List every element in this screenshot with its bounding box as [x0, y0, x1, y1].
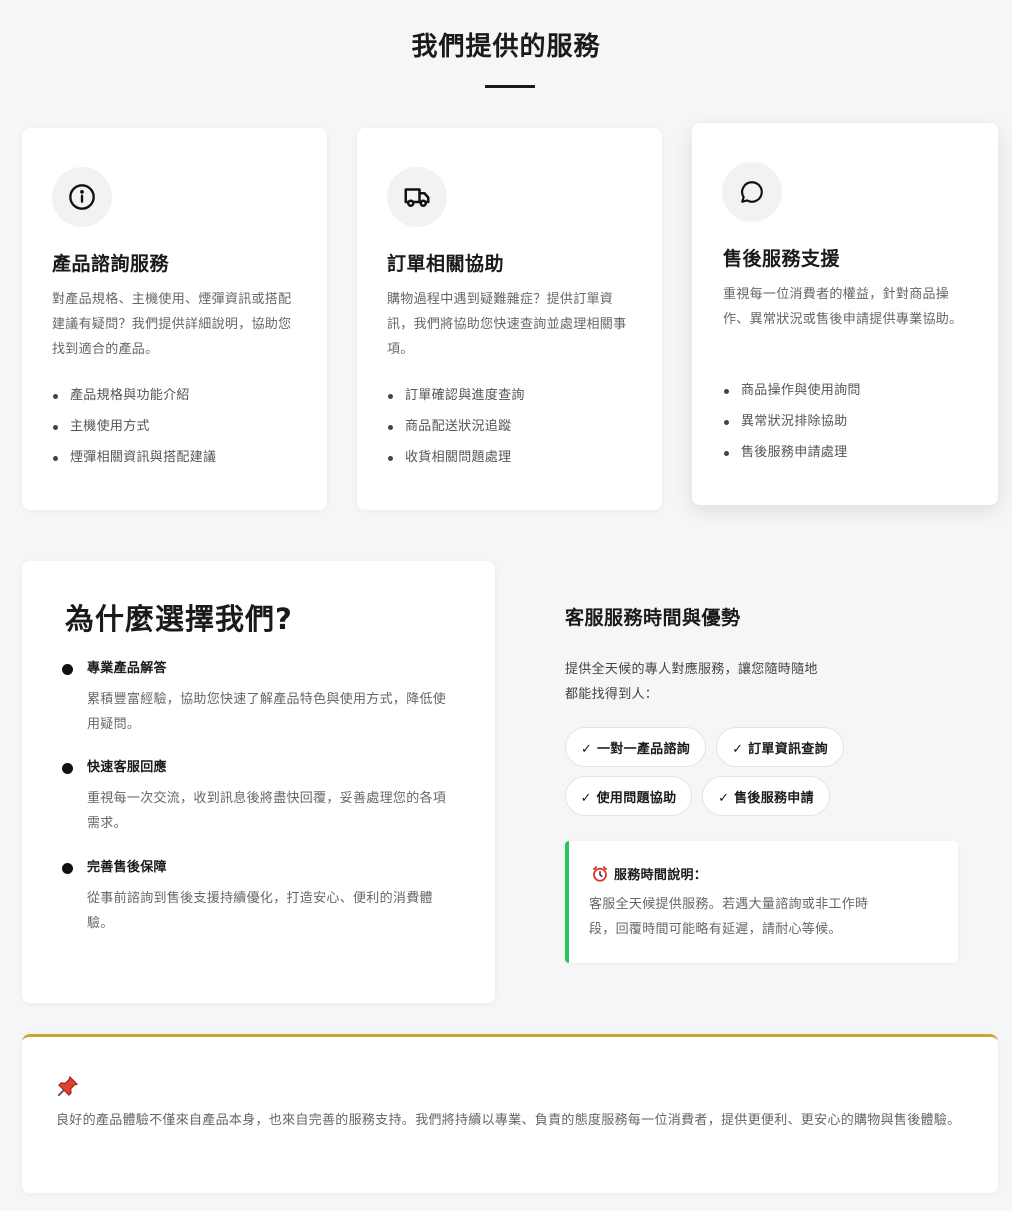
service-hours-box: 服務時間說明： 客服全天候提供服務。若遇大量諮詢或非工作時段，回覆時間可能略有延…	[565, 841, 958, 963]
support-description-line: 提供全天候的專人對應服務，讓您隨時隨地	[565, 662, 818, 677]
list-item: 產品規格與功能介紹	[52, 387, 216, 418]
pushpin-icon	[57, 1075, 79, 1097]
service-hours-heading: 服務時間說明：	[614, 868, 708, 883]
bullet-icon	[62, 863, 73, 874]
info-icon	[52, 167, 112, 227]
tag-usage-help: ✓ 使用問題協助	[565, 776, 692, 816]
tag-after-sales: ✓ 售後服務申請	[702, 776, 830, 816]
why-item-heading: 快速客服回應	[87, 760, 167, 775]
page-title: 我們提供的服務	[411, 32, 601, 62]
list-item: 商品操作與使用詢問	[723, 382, 861, 413]
service-hours-heading-row: 服務時間說明：	[591, 864, 707, 883]
chat-bubble-icon	[722, 162, 782, 222]
support-description-line: 都能找得到人：	[565, 687, 659, 702]
why-item-body: 累積豐富經驗，協助您快速了解產品特色與使用方式，降低使用疑問。	[87, 692, 447, 732]
bullet-icon	[62, 763, 73, 774]
why-item-body: 從事前諮詢到售後支援持續優化，打造安心、便利的消費體驗。	[87, 891, 433, 931]
why-item-heading: 專業產品解答	[87, 661, 167, 676]
service-card-description: 對產品規格、主機使用、煙彈資訊或搭配建議有疑問？我們提供詳細說明，協助您找到適合…	[52, 292, 292, 357]
list-item: 煙彈相關資訊與搭配建議	[52, 449, 216, 480]
service-card-after-sales: 售後服務支援 重視每一位消費者的權益，針對商品操作、異常狀況或售後申請提供專業協…	[692, 123, 998, 505]
list-item: 訂單確認與進度查詢	[387, 387, 525, 418]
title-underline	[485, 85, 535, 88]
list-item: 異常狀況排除協助	[723, 413, 861, 444]
service-card-title: 訂單相關協助	[387, 253, 505, 275]
why-choose-us-title: 為什麼選擇我們?	[65, 602, 293, 636]
service-card-description: 購物過程中遇到疑難雜症？提供訂單資訊，我們將協助您快速查詢並處理相關事項。	[387, 292, 627, 357]
alarm-clock-icon	[591, 865, 609, 883]
list-item: 商品配送狀況追蹤	[387, 418, 525, 449]
tag-order-query: ✓ 訂單資訊查詢	[716, 727, 844, 767]
bullet-icon	[62, 664, 73, 675]
support-section-title: 客服服務時間與優勢	[565, 607, 741, 629]
closing-note-card: 良好的產品體驗不僅來自產品本身，也來自完善的服務支持。我們將持續以專業、負責的態…	[22, 1034, 998, 1193]
service-card-order-help: 訂單相關協助 購物過程中遇到疑難雜症？提供訂單資訊，我們將協助您快速查詢並處理相…	[357, 128, 662, 510]
closing-note-text: 良好的產品體驗不僅來自產品本身，也來自完善的服務支持。我們將持續以專業、負責的態…	[56, 1113, 961, 1128]
truck-icon	[387, 167, 447, 227]
service-card-list: 訂單確認與進度查詢 商品配送狀況追蹤 收貨相關問題處理	[387, 387, 525, 480]
service-card-description: 重視每一位消費者的權益，針對商品操作、異常狀況或售後申請提供專業協助。	[723, 287, 963, 327]
service-card-title: 售後服務支援	[723, 248, 841, 270]
list-item: 收貨相關問題處理	[387, 449, 525, 480]
tag-product-consult: ✓ 一對一產品諮詢	[565, 727, 706, 767]
service-card-list: 產品規格與功能介紹 主機使用方式 煙彈相關資訊與搭配建議	[52, 387, 216, 480]
why-item-heading: 完善售後保障	[87, 860, 167, 875]
list-item: 主機使用方式	[52, 418, 216, 449]
service-card-list: 商品操作與使用詢問 異常狀況排除協助 售後服務申請處理	[723, 382, 861, 475]
support-description: 提供全天候的專人對應服務，讓您隨時隨地 都能找得到人：	[565, 657, 855, 707]
list-item: 售後服務申請處理	[723, 444, 861, 475]
service-card-product-consult: 產品諮詢服務 對產品規格、主機使用、煙彈資訊或搭配建議有疑問？我們提供詳細說明，…	[22, 128, 327, 510]
service-hours-body: 客服全天候提供服務。若遇大量諮詢或非工作時段，回覆時間可能略有延遲，請耐心等候。	[589, 897, 869, 937]
why-item-body: 重視每一次交流，收到訊息後將盡快回覆，妥善處理您的各項需求。	[87, 791, 447, 831]
service-card-title: 產品諮詢服務	[52, 253, 170, 275]
